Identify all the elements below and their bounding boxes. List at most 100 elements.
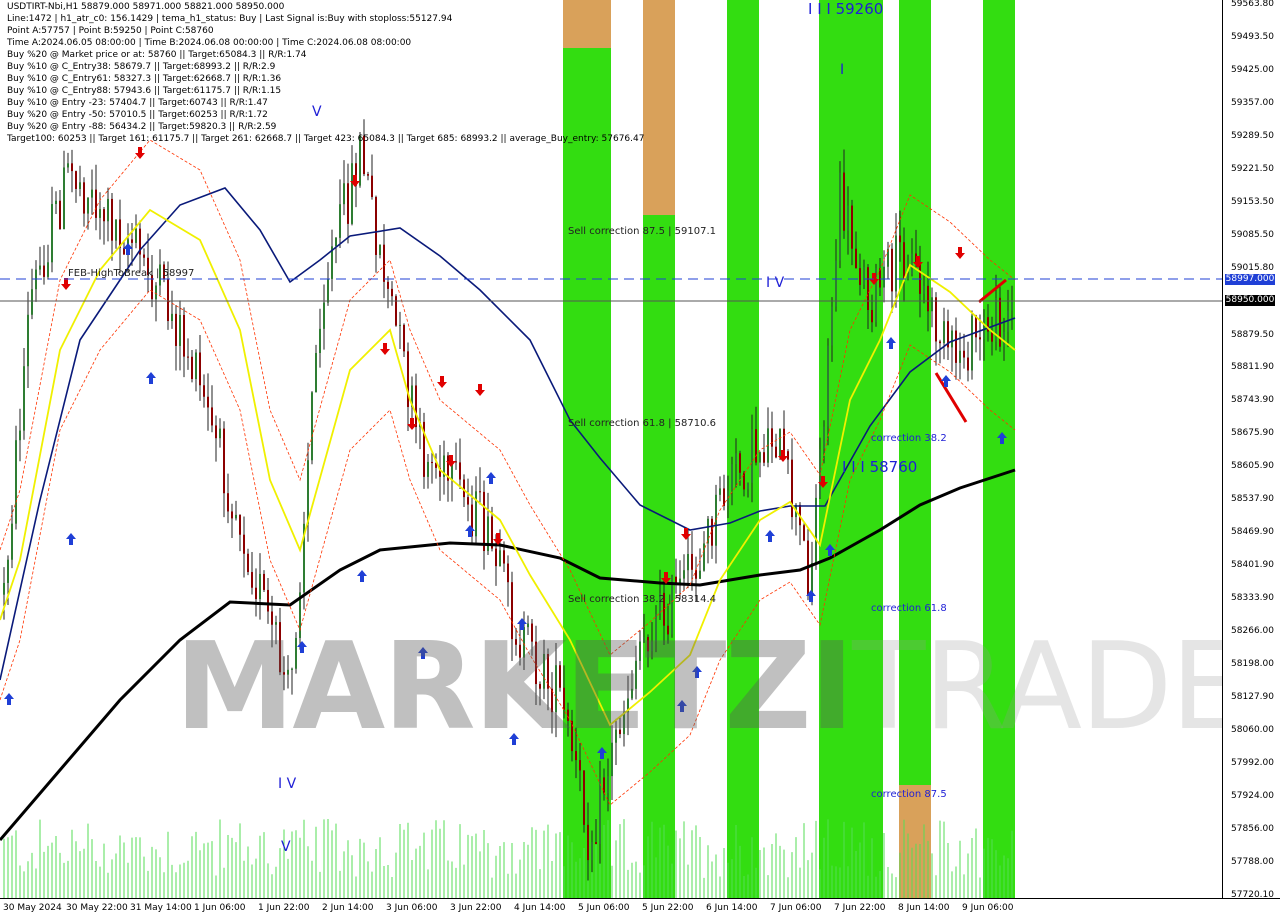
candle-body [771,428,773,447]
candle-body [883,266,885,288]
candle-body [27,314,29,367]
candle-body [479,491,481,493]
candle-body [907,274,909,280]
candle-body [51,204,53,263]
candle-body [43,265,45,277]
candle-body [207,396,209,408]
price-tick-label: 58401.90 [1231,560,1274,570]
candle-body [255,587,257,600]
candle-body [375,197,377,255]
candle-body [975,315,977,338]
candle-body [167,279,169,322]
price-tick-label: 57924.00 [1231,791,1274,801]
info-line: Point A:57757 | Point B:59250 | Point C:… [7,26,214,36]
candle-body [603,777,605,794]
candle-body [579,760,581,771]
candle-body [911,253,913,275]
candle-body [467,497,469,505]
signal-band [983,0,1015,898]
candle-body [891,248,893,292]
time-tick-label: 1 Jun 06:00 [194,903,246,913]
candle-body [723,488,725,506]
candle-body [503,550,505,564]
wave-label-i: I [840,62,845,78]
candle-body [383,244,385,282]
current-price-badge: 58950.000 [1225,295,1275,306]
candle-body [483,491,485,552]
time-tick-label: 5 Jun 06:00 [578,903,630,913]
chart-window[interactable]: MARKETZITRADE USDTIRT-Nbi,H1 58879.000 5… [0,0,1280,921]
time-tick-label: 7 Jun 06:00 [770,903,822,913]
info-line: Buy %10 @ C_Entry38: 58679.7 || Target:6… [7,62,276,72]
info-line: USDTIRT-Nbi,H1 58879.000 58971.000 58821… [7,2,285,12]
candle-body [143,254,145,258]
candle-body [135,228,137,243]
buy-arrow-icon [66,533,76,545]
candle-body [963,350,965,358]
candle-body [815,497,817,563]
time-tick-label: 4 Jun 14:00 [514,903,566,913]
info-line: Line:1472 | h1_atr_c0: 156.1429 | tema_h… [7,14,453,24]
candle-body [791,459,793,518]
candle-body [1011,300,1013,311]
candle-body [251,572,253,588]
candle-body [475,491,477,537]
candle-body [183,314,185,357]
candle-body [967,357,969,371]
candle-body [231,511,233,519]
candle-body [243,534,245,554]
candle-body [335,237,337,247]
signal-band [899,0,931,898]
candle-body [3,582,5,595]
candle-body [735,453,737,465]
price-tick-label: 58333.90 [1231,593,1274,603]
candle-body [47,262,49,277]
signal-band [727,0,759,898]
candle-body [219,428,221,439]
time-axis[interactable] [0,898,1280,921]
candle-body [23,366,25,431]
candle-body [587,824,589,861]
candle-body [391,288,393,297]
point-c-level-label: I I I 58760 [842,458,918,476]
candle-body [707,518,709,544]
candle-body [803,525,805,541]
candle-body [323,302,325,329]
candle-body [943,321,945,344]
candle-body [67,163,69,168]
candle-body [267,589,269,612]
sell-arrow-icon [955,247,965,259]
candle-body [683,570,685,579]
candle-body [379,244,381,255]
candle-body [239,514,241,535]
sell-arrow-icon [437,376,447,388]
candle-body [983,317,985,340]
candle-body [115,219,117,241]
candle-body [315,353,317,393]
candle-body [863,267,865,285]
candle-body [871,309,873,323]
candle-body [747,482,749,490]
sell-arrow-icon [493,533,503,545]
price-tick-label: 59289.50 [1231,131,1274,141]
candle-body [955,330,957,363]
time-tick-label: 6 Jun 14:00 [706,903,758,913]
info-line: Target100: 60253 || Target 161: 61175.7 … [7,134,645,144]
info-line: Buy %20 @ Market price or at: 58760 || T… [7,50,307,60]
candle-body [599,777,601,844]
candle-body [759,452,761,463]
candle-body [459,462,461,480]
feb-high-price-badge: 58997.000 [1225,274,1275,285]
price-tick-label: 58198.00 [1231,659,1274,669]
price-tick-label: 57788.00 [1231,857,1274,867]
info-line: Time A:2024.06.05 08:00:00 | Time B:2024… [7,38,412,48]
wave-label-iv-top: I V [766,275,785,291]
time-tick-label: 3 Jun 06:00 [386,903,438,913]
candle-body [591,842,593,861]
candle-body [839,172,841,261]
candle-body [91,189,93,198]
candle-body [403,324,405,352]
candle-body [211,407,213,426]
candle-body [879,268,881,288]
candle-body [855,248,857,269]
